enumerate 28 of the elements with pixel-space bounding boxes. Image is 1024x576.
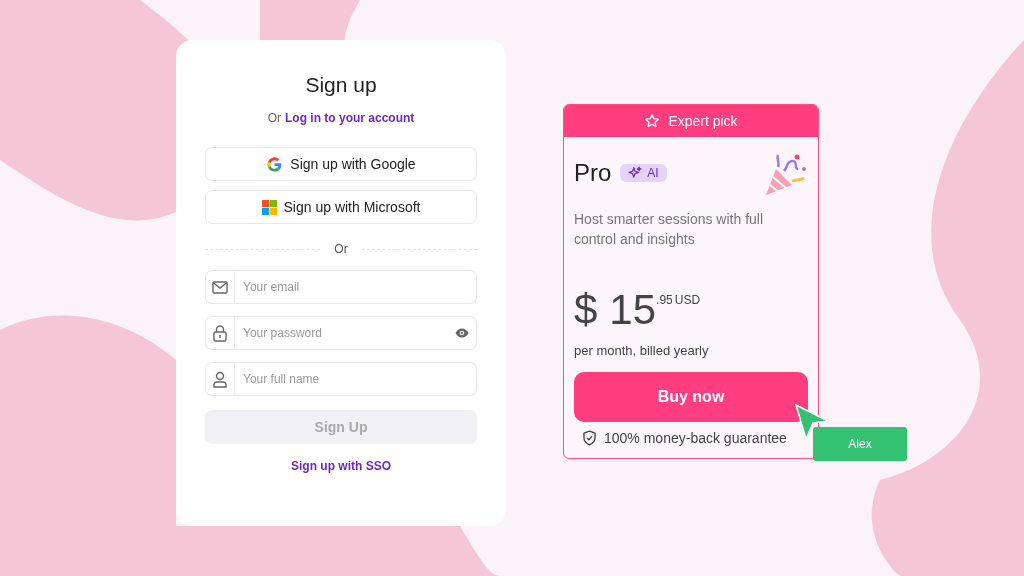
plan-name: Pro	[574, 159, 612, 187]
divider-label: Or	[334, 242, 348, 256]
price-amount: 15	[609, 289, 657, 331]
form-title: Sign up	[305, 73, 377, 97]
email-field[interactable]: Your email	[234, 270, 477, 304]
banner-label: Expert pick	[668, 113, 738, 129]
sparkle-icon	[628, 166, 643, 180]
currency-symbol: $	[574, 289, 598, 331]
billing-note: per month, billed yearly	[574, 343, 710, 358]
google-g-icon	[266, 155, 284, 173]
microsoft-signup-button[interactable]: Sign up with Microsoft	[205, 190, 477, 224]
padlock-icon	[205, 316, 234, 350]
four-squares-icon	[261, 199, 277, 215]
envelope-icon	[205, 270, 234, 304]
star-icon	[644, 113, 661, 129]
guarantee-text: 100% money-back guarantee	[604, 430, 787, 446]
google-signup-button[interactable]: Sign up with Google	[205, 147, 477, 181]
badge-label: AI	[647, 166, 659, 180]
price-currency: USD	[674, 293, 701, 307]
shield-check-icon	[582, 430, 597, 446]
price-cents: .95	[656, 293, 673, 307]
person-icon	[205, 362, 234, 396]
sso-link[interactable]: Sign up with SSO	[291, 459, 391, 473]
login-link[interactable]: Log in to your account	[285, 111, 415, 125]
collaborator-name-tag: Alex	[813, 427, 907, 461]
full-name-field[interactable]: Your full name	[234, 362, 477, 396]
login-prompt: Or	[267, 111, 281, 125]
plan-description: Host smarter sessions with full control and insights	[574, 210, 765, 249]
